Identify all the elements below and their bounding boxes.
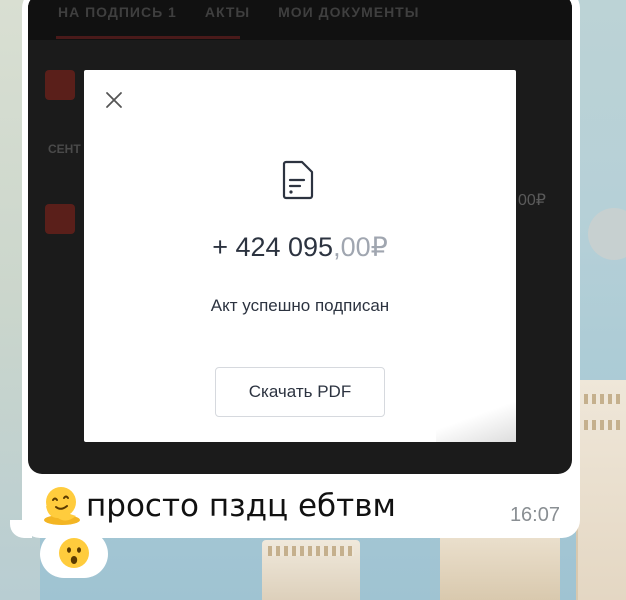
image-tab-bar: НА ПОДПИСЬ 1 АКТЫ МОИ ДОКУМЕНТЫ [28, 0, 572, 40]
astonished-face-emoji [59, 538, 89, 568]
minaret-ornament [268, 546, 354, 556]
amount-main: + 424 095 [212, 232, 334, 262]
image-tab: МОИ ДОКУМЕНТЫ [278, 4, 420, 20]
image-row-label: СЕНТ [48, 142, 81, 156]
image-checkbox [45, 204, 75, 234]
modal-shadow [436, 402, 516, 442]
attached-image[interactable]: НА ПОДПИСЬ 1 АКТЫ МОИ ДОКУМЕНТЫ СЕНТ 00₽… [28, 0, 572, 474]
partial-avatar [588, 208, 626, 260]
melting-face-emoji [44, 487, 80, 525]
image-amount: 00₽ [518, 192, 546, 209]
image-tab: НА ПОДПИСЬ 1 [58, 4, 177, 20]
image-checkbox [45, 70, 75, 100]
tower-ornament [584, 420, 620, 430]
signed-amount: + 424 095,00₽ [84, 232, 516, 263]
image-tab-indicator [56, 36, 240, 39]
success-modal: + 424 095,00₽ Акт успешно подписан Скача… [84, 70, 516, 442]
wallpaper-building [440, 538, 560, 600]
wallpaper-tower [576, 380, 626, 600]
amount-cents: ,00 [333, 232, 371, 262]
wallpaper-minaret [262, 540, 360, 600]
image-tab: АКТЫ [204, 4, 251, 20]
tower-ornament [584, 394, 620, 404]
download-pdf-button[interactable]: Скачать PDF [215, 367, 385, 417]
document-icon [282, 160, 314, 200]
message-text: просто пздц ебтвм [86, 488, 396, 524]
reaction-chip[interactable] [40, 530, 108, 578]
currency-sign: ₽ [370, 232, 388, 262]
status-message: Акт успешно подписан [210, 296, 390, 315]
close-icon[interactable] [104, 90, 124, 110]
message-time: 16:07 [509, 504, 560, 526]
message-caption: просто пздц ебтвм 16:07 [40, 482, 580, 526]
